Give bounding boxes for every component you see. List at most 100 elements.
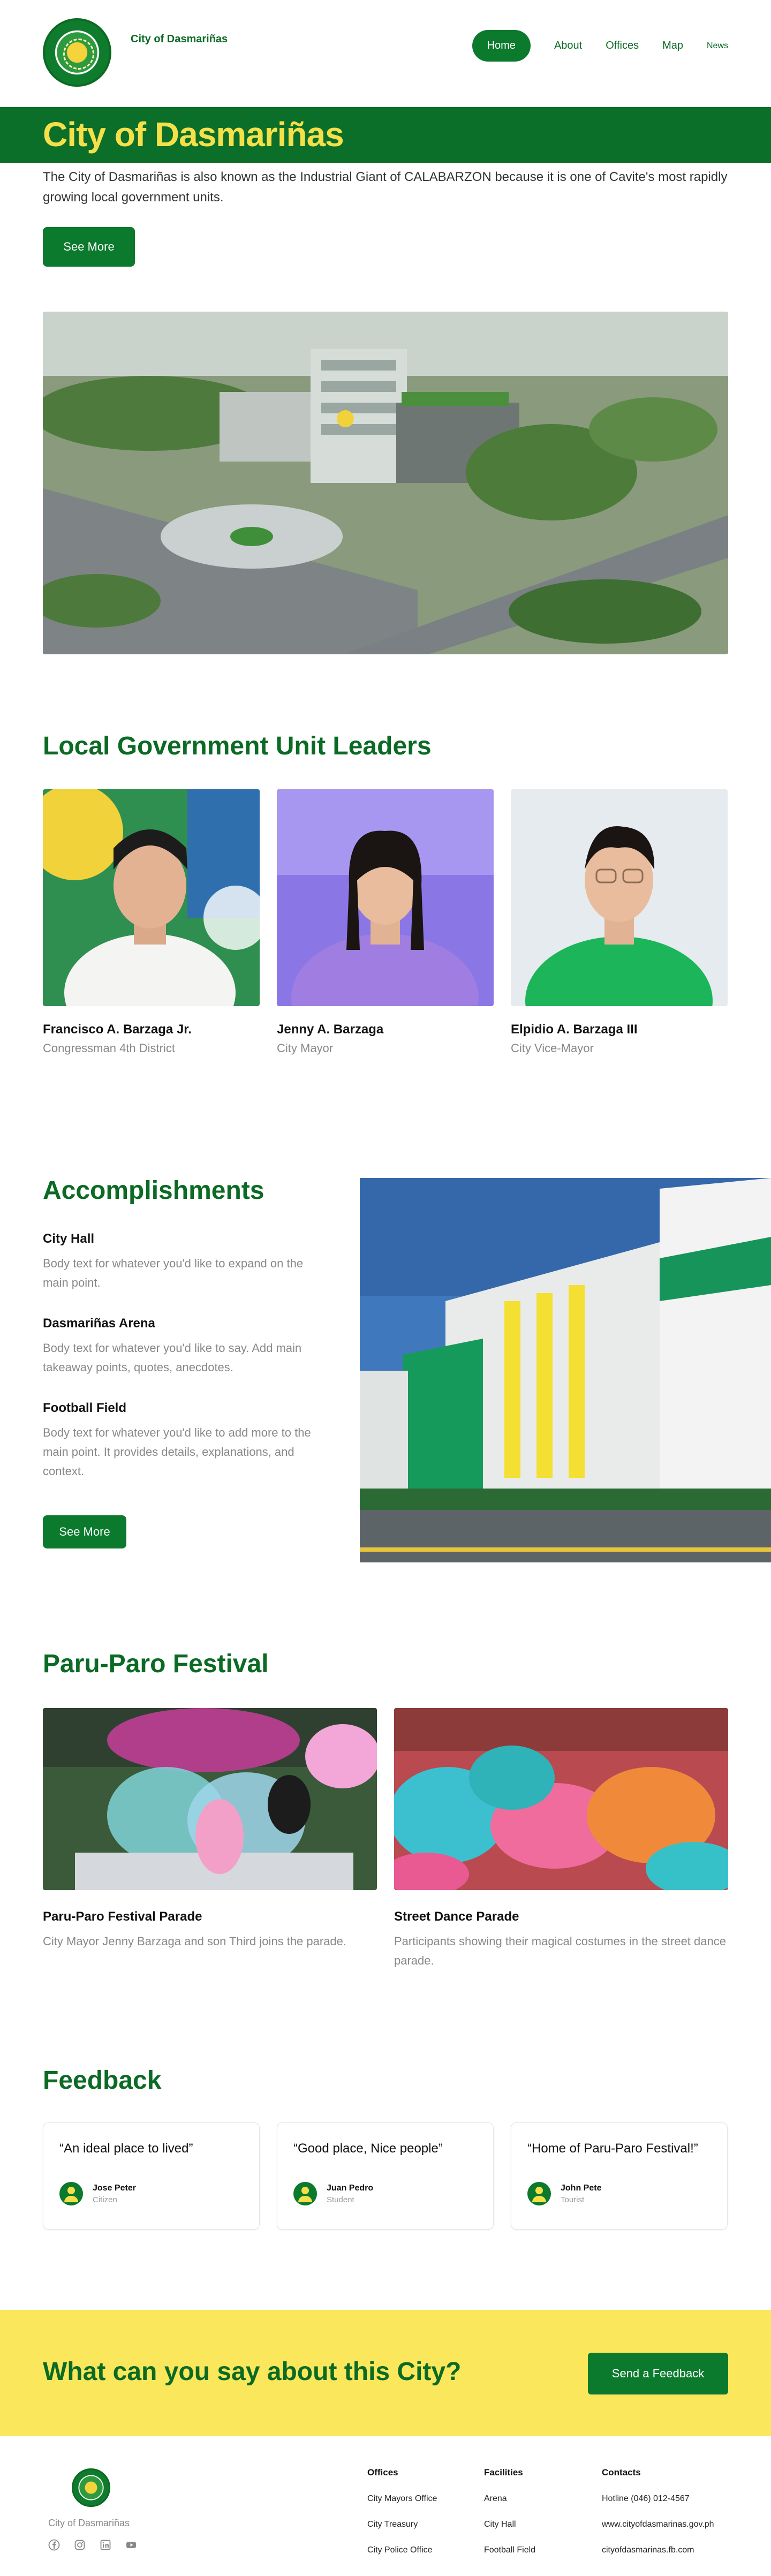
footer-column-contacts: Contacts Hotline (046) 012-4567 www.city… bbox=[602, 2467, 714, 2571]
testimonial-author: Juan Pedro Student bbox=[293, 2182, 477, 2205]
nav-news[interactable]: News bbox=[707, 41, 728, 51]
leaders-list: Francisco A. Barzaga Jr. Congressman 4th… bbox=[43, 789, 728, 1055]
author-type: Citizen bbox=[93, 2195, 117, 2204]
city-hall-aerial-illustration bbox=[43, 312, 728, 654]
festival-card[interactable]: Paru-Paro Festival Parade City Mayor Jen… bbox=[43, 1708, 377, 1970]
testimonial-author: Jose Peter Citizen bbox=[59, 2182, 243, 2205]
city-hall-photo bbox=[360, 1178, 771, 1562]
leader-role: Congressman 4th District bbox=[43, 1041, 175, 1055]
footer-column-title: Contacts bbox=[602, 2467, 641, 2477]
nav-about[interactable]: About bbox=[554, 40, 582, 52]
site-footer: City of Dasmariñas Offices City Mayors O… bbox=[0, 2436, 771, 2576]
feedback-title: Feedback bbox=[43, 2066, 162, 2095]
leader-photo bbox=[511, 789, 728, 1006]
feedback-list: “An ideal place to lived” Jose Peter Cit… bbox=[43, 2122, 728, 2230]
leader-photo bbox=[43, 789, 260, 1006]
footer-contact-facebook[interactable]: cityofdasmarinas.fb.com bbox=[602, 2545, 714, 2555]
site-header: City of Dasmariñas Home About Offices Ma… bbox=[0, 0, 771, 107]
leader-photo bbox=[277, 789, 494, 1006]
footer-contact-website[interactable]: www.cityofdasmarinas.gov.ph bbox=[602, 2520, 714, 2529]
leaders-title: Local Government Unit Leaders bbox=[43, 732, 432, 760]
leader-name: Jenny A. Barzaga bbox=[277, 1022, 384, 1037]
accomplishments-title: Accomplishments bbox=[43, 1176, 264, 1205]
author-name: Juan Pedro bbox=[327, 2183, 374, 2193]
leader-role: City Mayor bbox=[277, 1041, 334, 1055]
instagram-icon[interactable] bbox=[74, 2539, 86, 2551]
festival-card-title: Street Dance Parade bbox=[394, 1909, 519, 1924]
youtube-icon[interactable] bbox=[125, 2539, 137, 2551]
testimonial-quote: “An ideal place to lived” bbox=[59, 2141, 193, 2156]
festival-parade-illustration bbox=[43, 1708, 377, 1890]
accomplishment-title: City Hall bbox=[43, 1232, 95, 1246]
accomplishments-see-more-button[interactable]: See More bbox=[43, 1515, 126, 1548]
user-avatar-icon bbox=[527, 2182, 551, 2205]
footer-column-offices: Offices City Mayors Office City Treasury… bbox=[367, 2467, 437, 2571]
testimonial-quote: “Home of Paru-Paro Festival!” bbox=[527, 2141, 698, 2156]
brand-name[interactable]: City of Dasmariñas bbox=[131, 33, 228, 46]
footer-brand-name: City of Dasmariñas bbox=[48, 2518, 130, 2528]
see-more-button[interactable]: See More bbox=[43, 227, 135, 267]
leader-photo-image bbox=[277, 789, 494, 1006]
list-item: Dasmariñas Arena Body text for whatever … bbox=[43, 1316, 321, 1377]
nav-map[interactable]: Map bbox=[662, 40, 683, 52]
accomplishment-body: Body text for whatever you'd like to say… bbox=[43, 1341, 302, 1374]
festival-list: Paru-Paro Festival Parade City Mayor Jen… bbox=[43, 1708, 728, 1970]
page: City of Dasmariñas Home About Offices Ma… bbox=[0, 0, 771, 2576]
accomplishments-list: City Hall Body text for whatever you'd l… bbox=[43, 1232, 321, 1505]
city-hall-building-illustration bbox=[360, 1178, 771, 1562]
send-feedback-button[interactable]: Send a Feedback bbox=[588, 2353, 728, 2394]
leader-card[interactable]: Jenny A. Barzaga City Mayor bbox=[277, 789, 494, 1055]
accomplishment-body: Body text for whatever you'd like to exp… bbox=[43, 1257, 304, 1289]
leader-name: Francisco A. Barzaga Jr. bbox=[43, 1022, 192, 1037]
accomplishment-title: Dasmariñas Arena bbox=[43, 1316, 155, 1331]
author-name: John Pete bbox=[561, 2183, 602, 2193]
festival-title: Paru-Paro Festival bbox=[43, 1650, 269, 1678]
street-dance-illustration bbox=[394, 1708, 728, 1890]
leader-name: Elpidio A. Barzaga III bbox=[511, 1022, 638, 1037]
leader-role: City Vice-Mayor bbox=[511, 1041, 594, 1055]
footer-link[interactable]: City Hall bbox=[484, 2520, 535, 2529]
leader-card[interactable]: Elpidio A. Barzaga III City Vice-Mayor bbox=[511, 789, 728, 1055]
linkedin-icon[interactable] bbox=[100, 2539, 111, 2551]
testimonial-quote: “Good place, Nice people” bbox=[293, 2141, 443, 2156]
festival-photo bbox=[43, 1708, 377, 1890]
festival-card[interactable]: Street Dance Parade Participants showing… bbox=[394, 1708, 728, 1970]
festival-photo bbox=[394, 1708, 728, 1890]
facebook-icon[interactable] bbox=[48, 2539, 60, 2551]
footer-city-seal-logo[interactable] bbox=[72, 2468, 110, 2507]
footer-link[interactable]: City Treasury bbox=[367, 2520, 437, 2529]
author-name: Jose Peter bbox=[93, 2183, 136, 2193]
footer-column-title: Offices bbox=[367, 2467, 398, 2477]
user-avatar-icon bbox=[293, 2182, 317, 2205]
footer-contact-hotline: Hotline (046) 012-4567 bbox=[602, 2494, 690, 2503]
feedback-cta-banner: What can you say about this City? Send a… bbox=[0, 2310, 771, 2436]
footer-column-facilities: Facilities Arena City Hall Football Fiel… bbox=[484, 2467, 535, 2571]
leader-photo-image bbox=[511, 789, 728, 1006]
accomplishment-title: Football Field bbox=[43, 1401, 126, 1415]
festival-card-title: Paru-Paro Festival Parade bbox=[43, 1909, 202, 1924]
social-links bbox=[48, 2539, 137, 2551]
festival-card-desc: Participants showing their magical costu… bbox=[394, 1935, 726, 1967]
testimonial-card: “Home of Paru-Paro Festival!” John Pete … bbox=[511, 2122, 728, 2230]
footer-column-title: Facilities bbox=[484, 2467, 523, 2477]
footer-link[interactable]: Football Field bbox=[484, 2545, 535, 2555]
nav-offices[interactable]: Offices bbox=[606, 40, 639, 52]
intro-text: The City of Dasmariñas is also known as … bbox=[43, 170, 728, 205]
author-type: Student bbox=[327, 2195, 354, 2204]
leader-card[interactable]: Francisco A. Barzaga Jr. Congressman 4th… bbox=[43, 789, 260, 1055]
testimonial-card: “Good place, Nice people” Juan Pedro Stu… bbox=[277, 2122, 494, 2230]
page-title: City of Dasmariñas bbox=[43, 115, 344, 154]
accomplishment-body: Body text for whatever you'd like to add… bbox=[43, 1426, 311, 1478]
author-type: Tourist bbox=[561, 2195, 585, 2204]
testimonial-author: John Pete Tourist bbox=[527, 2182, 711, 2205]
testimonial-card: “An ideal place to lived” Jose Peter Cit… bbox=[43, 2122, 260, 2230]
city-hall-aerial-image bbox=[43, 312, 728, 654]
footer-link[interactable]: City Police Office bbox=[367, 2545, 437, 2555]
user-avatar-icon bbox=[59, 2182, 83, 2205]
city-seal-logo[interactable] bbox=[43, 18, 111, 87]
festival-card-desc: City Mayor Jenny Barzaga and son Third j… bbox=[43, 1935, 347, 1948]
cta-title: What can you say about this City? bbox=[43, 2358, 462, 2386]
nav-home[interactable]: Home bbox=[472, 30, 531, 62]
footer-link[interactable]: Arena bbox=[484, 2494, 535, 2504]
footer-link[interactable]: City Mayors Office bbox=[367, 2494, 437, 2504]
